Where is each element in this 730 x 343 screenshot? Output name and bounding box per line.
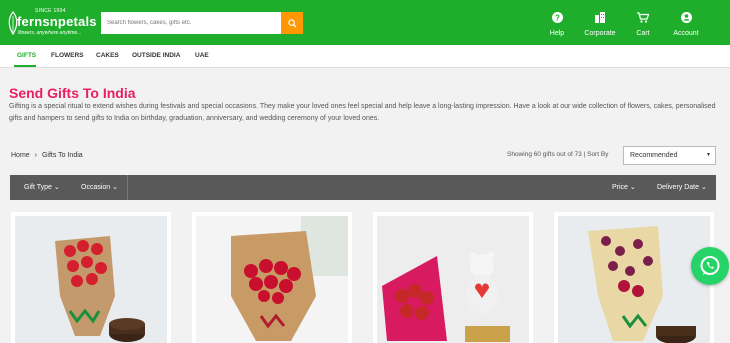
category-bar: GIFTS FLOWERS CAKES OUTSIDE INDIA UAE xyxy=(0,45,730,68)
product-card[interactable] xyxy=(11,212,171,343)
dropdown-caret-icon: ▾ xyxy=(706,152,710,158)
filter-divider xyxy=(127,175,128,200)
search-icon xyxy=(287,18,297,28)
help-icon: ? xyxy=(551,12,563,23)
filter-price[interactable]: Price ⌄ xyxy=(612,183,636,191)
breadcrumb-current: Gifts To India xyxy=(41,152,83,159)
breadcrumb-separator-icon: › xyxy=(34,152,37,159)
filter-delivery-date[interactable]: Delivery Date ⌄ xyxy=(657,183,707,191)
breadcrumb-home[interactable]: Home xyxy=(11,152,30,159)
product-card[interactable] xyxy=(554,212,714,343)
help-link[interactable]: ? Help xyxy=(537,10,577,37)
category-flowers[interactable]: FLOWERS xyxy=(51,52,84,59)
category-gifts[interactable]: GIFTS xyxy=(17,52,36,59)
product-card[interactable] xyxy=(373,212,533,343)
account-link[interactable]: Account xyxy=(666,10,706,37)
cart-icon xyxy=(637,12,649,23)
sort-dropdown[interactable]: Recommended ▾ xyxy=(623,146,716,165)
search-input[interactable] xyxy=(101,12,281,34)
category-outside-india[interactable]: OUTSIDE INDIA xyxy=(132,52,180,59)
category-cakes[interactable]: CAKES xyxy=(96,52,119,59)
logo-brand: fernsnpetals xyxy=(17,14,97,29)
product-card[interactable] xyxy=(192,212,352,343)
product-image xyxy=(15,216,167,343)
chevron-down-icon: ⌄ xyxy=(629,184,636,191)
search-button[interactable] xyxy=(281,12,303,34)
whatsapp-icon xyxy=(700,256,720,275)
chevron-down-icon: ⌄ xyxy=(53,184,60,191)
sort-value: Recommended xyxy=(630,152,678,159)
page-description: Gifting is a special ritual to extend wi… xyxy=(9,103,716,122)
top-header: SINCE 1994 fernsnpetals flowers, anywher… xyxy=(0,0,730,45)
search-bar xyxy=(101,12,303,34)
filter-gift-type[interactable]: Gift Type ⌄ xyxy=(24,183,60,191)
chevron-down-icon: ⌄ xyxy=(112,184,119,191)
breadcrumb: Home › Gifts To India xyxy=(11,152,83,159)
site-logo[interactable]: SINCE 1994 fernsnpetals flowers, anywher… xyxy=(7,8,97,38)
corporate-icon xyxy=(595,12,605,23)
sort-label: Sort By xyxy=(587,151,609,158)
cart-link[interactable]: Cart xyxy=(623,10,663,37)
filter-occasion[interactable]: Occasion ⌄ xyxy=(81,183,118,191)
page-title: Send Gifts To India xyxy=(9,85,136,101)
filter-bar: Gift Type ⌄ Occasion ⌄ Price ⌄ Delivery … xyxy=(10,175,716,200)
logo-tagline: flowers, anywhere anytime... xyxy=(18,30,82,36)
account-icon xyxy=(680,12,692,23)
chevron-down-icon: ⌄ xyxy=(700,184,707,191)
product-image xyxy=(196,216,348,343)
active-category-indicator xyxy=(14,65,36,67)
corporate-link[interactable]: Corporate xyxy=(580,10,620,37)
whatsapp-chat-button[interactable] xyxy=(691,247,729,285)
results-count: Showing 60 gifts out of 73 | Sort By xyxy=(507,151,609,158)
svg-text:?: ? xyxy=(555,13,560,22)
product-image xyxy=(558,216,710,343)
product-image xyxy=(377,216,529,343)
category-uae[interactable]: UAE xyxy=(195,52,209,59)
